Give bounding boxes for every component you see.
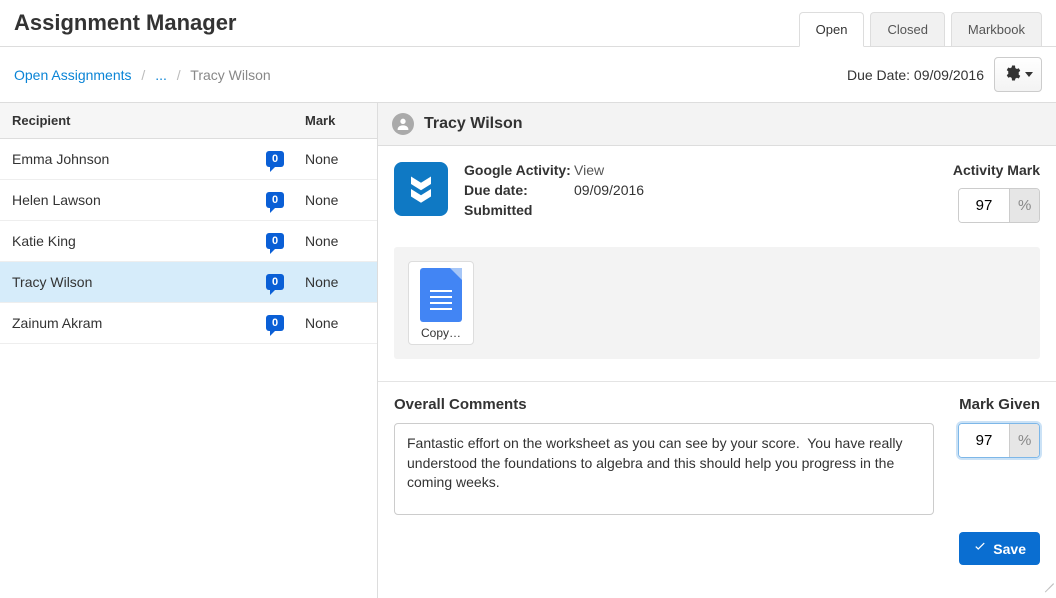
table-row[interactable]: Helen Lawson 0 None (0, 180, 377, 221)
view-link[interactable]: View (574, 162, 644, 178)
recipient-name: Tracy Wilson (12, 274, 245, 290)
save-button-label: Save (993, 541, 1026, 557)
breadcrumb-current: Tracy Wilson (190, 67, 270, 83)
table-row[interactable]: Katie King 0 None (0, 221, 377, 262)
settings-button[interactable] (994, 57, 1042, 92)
recipient-name: Katie King (12, 233, 245, 249)
recipient-mark: None (305, 315, 365, 331)
breadcrumb-mid[interactable]: ... (155, 67, 167, 83)
recipient-mark: None (305, 151, 365, 167)
google-activity-icon (394, 162, 448, 216)
document-thumbnail[interactable]: Copy… (408, 261, 474, 345)
recipient-name: Emma Johnson (12, 151, 245, 167)
comments-header: Overall Comments (394, 396, 934, 413)
table-row[interactable]: Emma Johnson 0 None (0, 139, 377, 180)
col-recipient: Recipient (12, 113, 245, 128)
status-label: Submitted (464, 202, 574, 218)
comment-badge[interactable]: 0 (266, 315, 284, 331)
activity-mark-input[interactable] (959, 189, 1009, 222)
tabs: Open Closed Markbook (799, 12, 1042, 46)
recipient-mark: None (305, 274, 365, 290)
table-row[interactable]: Zainum Akram 0 None (0, 303, 377, 344)
table-row[interactable]: Tracy Wilson 0 None (0, 262, 377, 303)
document-name: Copy… (415, 326, 467, 340)
chevron-down-icon (1025, 72, 1033, 77)
avatar-icon (392, 113, 414, 135)
comment-badge[interactable]: 0 (266, 233, 284, 249)
col-mark: Mark (305, 113, 365, 128)
comment-badge[interactable]: 0 (266, 192, 284, 208)
duedate-label: Due date: (464, 182, 574, 198)
recipient-mark: None (305, 233, 365, 249)
recipient-mark: None (305, 192, 365, 208)
recipient-panel: Recipient Mark Emma Johnson 0 None Helen… (0, 102, 378, 598)
student-name: Tracy Wilson (424, 115, 523, 133)
breadcrumb: Open Assignments / ... / Tracy Wilson (14, 67, 271, 83)
duedate-value: 09/09/2016 (574, 182, 644, 198)
save-button[interactable]: Save (959, 532, 1040, 565)
mark-given-input[interactable] (959, 424, 1009, 457)
breadcrumb-sep: / (141, 67, 145, 83)
recipient-name: Helen Lawson (12, 192, 245, 208)
tab-open[interactable]: Open (799, 12, 865, 47)
tab-closed[interactable]: Closed (870, 12, 944, 46)
activity-mark-label: Activity Mark (953, 162, 1040, 178)
breadcrumb-root[interactable]: Open Assignments (14, 67, 132, 83)
tab-markbook[interactable]: Markbook (951, 12, 1042, 46)
comment-badge[interactable]: 0 (266, 151, 284, 167)
attachments-area: Copy… (394, 247, 1040, 359)
breadcrumb-sep: / (177, 67, 181, 83)
mark-given-label: Mark Given (950, 396, 1040, 413)
comments-textarea[interactable] (394, 423, 934, 515)
percent-label: % (1009, 424, 1039, 457)
google-doc-icon (420, 268, 462, 322)
gear-icon (1003, 64, 1021, 85)
detail-panel: Tracy Wilson Google Activity: View Due d… (378, 102, 1056, 598)
activity-label: Google Activity: (464, 162, 574, 178)
check-icon (973, 540, 987, 557)
percent-label: % (1009, 189, 1039, 222)
recipient-name: Zainum Akram (12, 315, 245, 331)
comment-badge[interactable]: 0 (266, 274, 284, 290)
page-title: Assignment Manager (14, 10, 237, 46)
resize-handle-icon[interactable] (1040, 570, 1054, 584)
due-date-label: Due Date: 09/09/2016 (847, 67, 984, 83)
